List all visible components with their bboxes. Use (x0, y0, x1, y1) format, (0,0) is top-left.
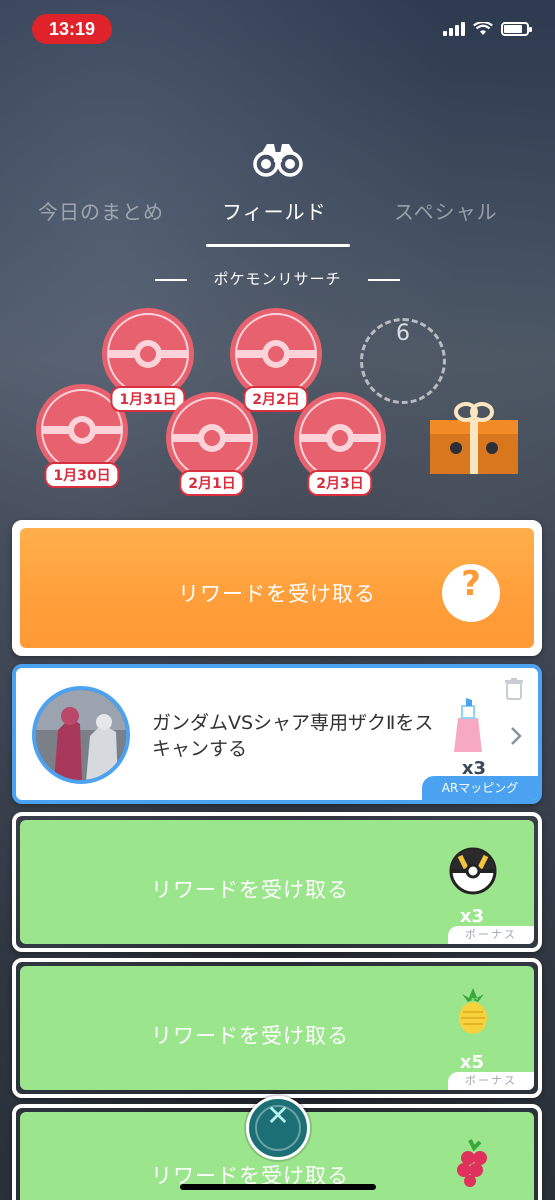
ar-mapping-tag: ARマッピング (422, 776, 538, 800)
close-button[interactable]: ✕ (246, 1096, 310, 1160)
chevron-right-icon[interactable] (510, 726, 522, 746)
status-bar: 13:19 (0, 0, 555, 56)
reward-card-research[interactable]: リワードを受け取る ? (12, 520, 542, 656)
stamp-date: 1月30日 (44, 462, 120, 488)
question-mark-icon: ? (442, 564, 500, 622)
stamp-counter: 6 (360, 318, 446, 404)
reward-card-1[interactable]: リワードを受け取る x3 ボーナス (12, 812, 542, 952)
reward-qty: x5 (459, 1052, 484, 1073)
home-indicator[interactable] (180, 1184, 376, 1190)
close-icon: ✕ (266, 1099, 290, 1132)
tab-bar: 今日のまとめ フィールド スペシャル (0, 196, 555, 252)
task-description: ガンダムVSシャア専用ザクⅡをスキャンする (152, 712, 434, 760)
stamp-date: 2月1日 (179, 470, 245, 496)
berry-spray-icon (454, 698, 482, 752)
status-icons (443, 22, 532, 36)
razz-berry-icon (457, 1139, 487, 1187)
tab-active-indicator (206, 244, 350, 247)
tab-special[interactable]: スペシャル (394, 196, 498, 225)
tab-field[interactable]: フィールド (222, 196, 327, 225)
ultra-ball-icon (449, 847, 497, 895)
stamp-day-4: 2月2日 (228, 306, 324, 412)
section-label-text: ポケモンリサーチ (213, 270, 342, 288)
research-task-card[interactable]: ガンダムVSシャア専用ザクⅡをスキャンする x3 ARマッピング (12, 664, 542, 804)
stamp-day-5: 2月3日 (292, 390, 388, 496)
battery-icon (501, 22, 532, 36)
trash-icon[interactable] (504, 678, 524, 700)
claim-reward-label: リワードを受け取る (151, 878, 349, 902)
wifi-icon (473, 22, 493, 35)
bonus-tag: ボーナス (448, 1072, 534, 1090)
binoculars-icon (253, 144, 303, 177)
claim-reward-label: リワードを受け取る (151, 1024, 349, 1048)
bonus-tag: ボーナス (448, 926, 534, 944)
status-time: 13:19 (32, 14, 112, 44)
section-label: ポケモンリサーチ (0, 268, 555, 289)
tab-daily-summary[interactable]: 今日のまとめ (38, 196, 164, 225)
reward-card-2[interactable]: リワードを受け取る x5 ボーナス (12, 958, 542, 1098)
reward-card-body: リワードを受け取る ? (20, 528, 534, 648)
pinap-berry-icon (459, 988, 487, 1034)
stamp-day-2: 1月31日 (100, 306, 196, 412)
signal-icon (443, 22, 465, 36)
stamp-date: 2月3日 (307, 470, 373, 496)
reward-qty: x3 (459, 906, 484, 927)
gift-box-icon[interactable] (426, 398, 522, 478)
task-target-image (32, 686, 130, 784)
